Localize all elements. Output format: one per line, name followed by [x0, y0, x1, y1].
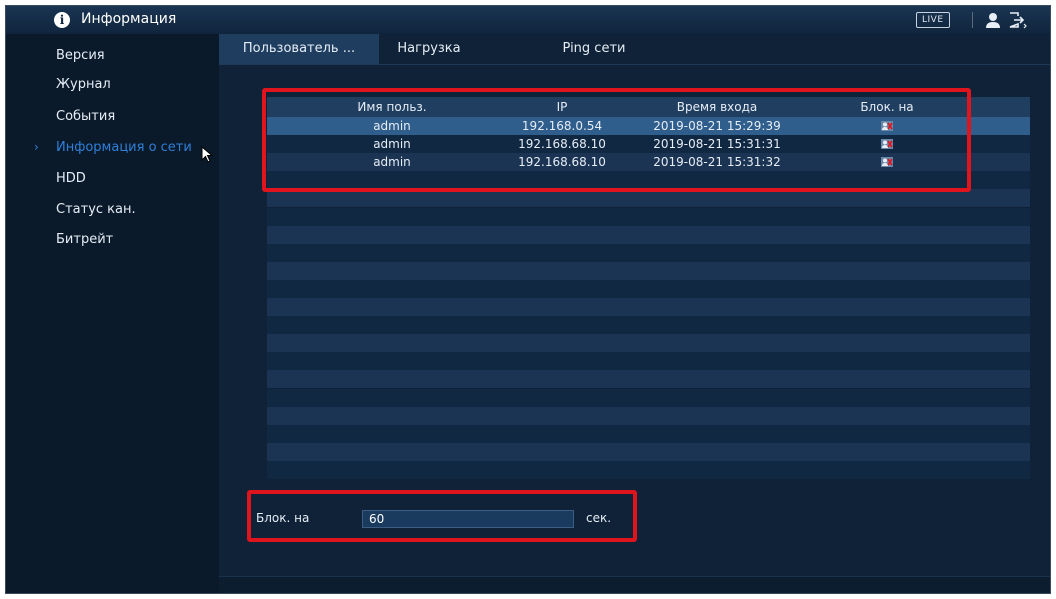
sidebar-item-events[interactable]: События	[6, 105, 219, 131]
table-row[interactable]: admin 192.168.68.10 2019-08-21 15:31:31	[267, 135, 1030, 154]
sidebar-item-bitrate[interactable]: Битрейт	[6, 228, 219, 254]
sidebar-item-hdd[interactable]: HDD	[6, 167, 219, 193]
sidebar-item-label: Информация о сети	[56, 140, 192, 155]
sidebar-item-channel-status[interactable]: Статус кан.	[6, 198, 219, 224]
sidebar-item-label: Битрейт	[56, 232, 114, 247]
table-row	[267, 316, 1030, 335]
online-users-table: Имя польз. IP Время входа Блок. на admin…	[267, 97, 1030, 479]
block-user-icon[interactable]	[881, 157, 893, 168]
table-row	[267, 460, 1030, 479]
block-user-icon[interactable]	[881, 139, 893, 150]
cell-user: admin	[373, 119, 411, 133]
table-row	[267, 406, 1030, 425]
tab-network-ping[interactable]: Ping сети	[519, 34, 669, 64]
sidebar-item-label: Статус кан.	[56, 202, 136, 217]
table-row	[267, 442, 1030, 461]
table-row	[267, 189, 1030, 208]
block-duration-label: Блок. на	[256, 511, 310, 525]
cell-block[interactable]	[827, 117, 947, 135]
sidebar: Версия Журнал События › Информация о сет…	[6, 34, 219, 593]
sidebar-item-label: Журнал	[56, 77, 111, 92]
block-duration-row: Блок. на сек.	[254, 504, 634, 534]
table-row[interactable]: admin 192.168.68.10 2019-08-21 15:31:32	[267, 153, 1030, 172]
tab-load[interactable]: Нагрузка	[379, 34, 479, 64]
sidebar-item-log[interactable]: Журнал	[6, 73, 219, 99]
block-duration-input[interactable]	[362, 510, 574, 528]
tab-users[interactable]: Пользователь ...	[219, 34, 379, 64]
column-header-user: Имя польз.	[357, 100, 427, 114]
table-row[interactable]: admin 192.168.0.54 2019-08-21 15:29:39	[267, 117, 1030, 135]
cell-ip: 192.168.68.10	[518, 155, 606, 170]
chevron-right-icon: ›	[34, 140, 39, 154]
divider	[972, 12, 973, 28]
cell-user: admin	[373, 137, 411, 152]
column-header-login-time: Время входа	[676, 100, 758, 114]
cell-ip: 192.168.68.10	[518, 137, 606, 152]
page-title: Информация	[81, 11, 177, 27]
sidebar-item-label: Версия	[56, 48, 105, 63]
footer-bar	[219, 576, 1050, 593]
table-row	[267, 207, 1030, 226]
table-row	[267, 334, 1030, 353]
table-row	[267, 352, 1030, 371]
live-button[interactable]: LIVE	[916, 12, 950, 28]
table-row	[267, 261, 1030, 280]
cell-login-time: 2019-08-21 15:31:32	[653, 155, 781, 170]
tab-bar: Пользователь ... Нагрузка Ping сети	[219, 34, 1050, 65]
main-panel: Пользователь ... Нагрузка Ping сети Имя …	[219, 34, 1050, 593]
column-header-ip: IP	[556, 100, 568, 114]
table-row	[267, 370, 1030, 389]
table-row	[267, 225, 1030, 244]
cell-block[interactable]	[827, 135, 947, 153]
table-header: Имя польз. IP Время входа Блок. на	[267, 97, 1030, 117]
table-row	[267, 424, 1030, 443]
sidebar-item-version[interactable]: Версия	[6, 44, 219, 70]
app-window: i Информация LIVE Версия Журнал События …	[5, 5, 1051, 594]
cell-user: admin	[373, 155, 411, 170]
table-row	[267, 279, 1030, 298]
block-user-icon[interactable]	[881, 121, 893, 131]
top-bar: i Информация LIVE	[6, 6, 1050, 35]
table-row	[267, 388, 1030, 407]
cell-login-time: 2019-08-21 15:31:31	[653, 137, 781, 152]
cell-block[interactable]	[827, 153, 947, 171]
table-row	[267, 298, 1030, 316]
info-icon: i	[54, 12, 70, 28]
cell-ip: 192.168.0.54	[521, 119, 603, 133]
sidebar-item-label: HDD	[56, 171, 86, 186]
cell-login-time: 2019-08-21 15:29:39	[653, 119, 781, 133]
mouse-cursor-icon	[201, 146, 214, 163]
table-row	[267, 171, 1030, 190]
table-row	[267, 243, 1030, 262]
sidebar-item-network-info[interactable]: › Информация о сети	[6, 136, 219, 162]
user-icon[interactable]	[984, 11, 1002, 29]
column-header-block: Блок. на	[860, 100, 914, 114]
logout-icon[interactable]	[1008, 11, 1028, 29]
block-duration-unit: сек.	[586, 511, 612, 525]
sidebar-item-label: События	[56, 109, 116, 124]
